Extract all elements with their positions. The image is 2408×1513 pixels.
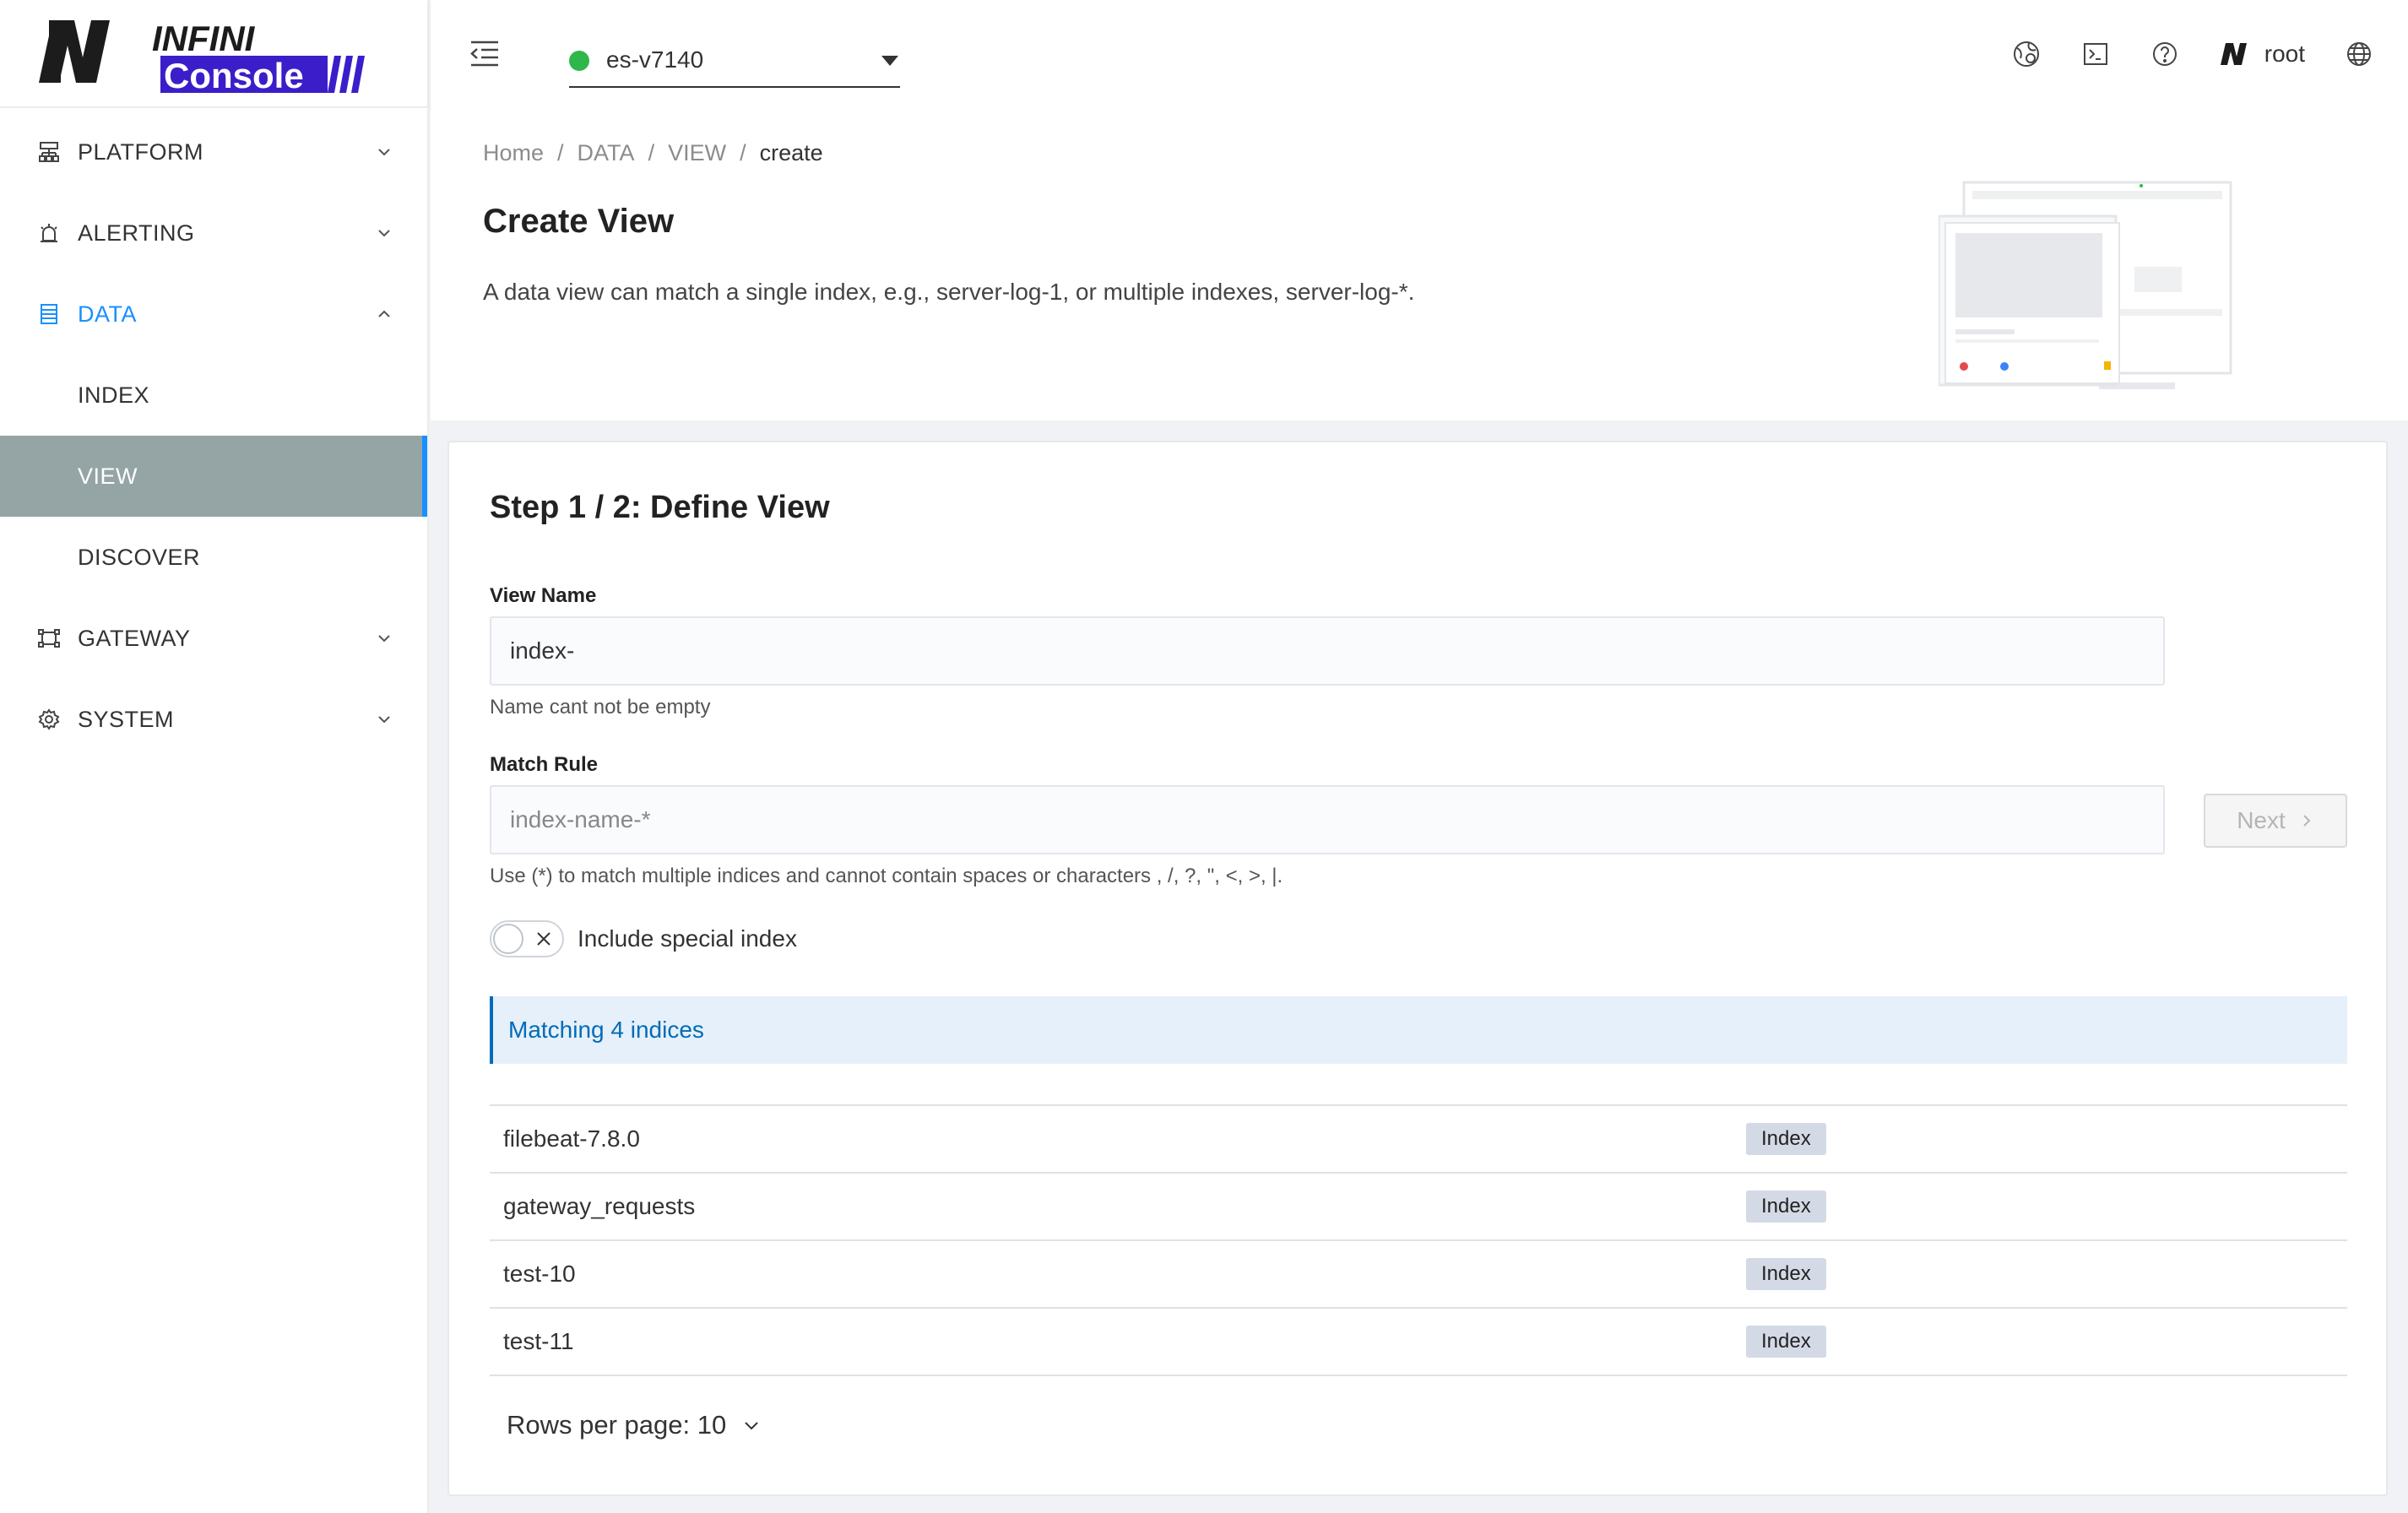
sidebar-item-label: DISCOVER xyxy=(78,544,201,570)
sidebar-item-index[interactable]: INDEX xyxy=(0,355,427,436)
close-icon xyxy=(537,932,550,946)
user-menu[interactable]: root xyxy=(2219,41,2305,68)
match-rule-input[interactable] xyxy=(490,785,2165,854)
define-view-card: Step 1 / 2: Define View View Name Name c… xyxy=(447,441,2388,1496)
chevron-down-icon xyxy=(378,716,390,724)
menu-collapse-icon[interactable] xyxy=(468,37,502,71)
breadcrumb-current: create xyxy=(759,140,823,165)
sidebar: INFINI Console PLATFORM ALERTING DATA IN… xyxy=(0,0,429,1513)
breadcrumb: Home / DATA / VIEW / create xyxy=(483,140,837,166)
top-header: es-v7140 root xyxy=(431,0,2408,108)
page-description: A data view can match a single index, e.… xyxy=(483,279,1415,305)
sidebar-item-view[interactable]: VIEW xyxy=(0,436,427,517)
type-badge: Index xyxy=(1746,1258,1826,1290)
table-row: test-10 Index xyxy=(490,1241,2347,1309)
type-badge: Index xyxy=(1746,1190,1826,1223)
breadcrumb-view[interactable]: VIEW xyxy=(668,140,726,166)
match-rule-label: Match Rule xyxy=(490,753,599,776)
view-name-label: View Name xyxy=(490,584,597,607)
side-menu: PLATFORM ALERTING DATA INDEX VIEW DISCOV… xyxy=(0,108,427,760)
chevron-up-icon xyxy=(378,310,390,317)
page-title: Create View xyxy=(483,203,675,240)
user-name: root xyxy=(2264,41,2305,67)
chevron-down-icon xyxy=(745,1422,758,1430)
step-title: Step 1 / 2: Define View xyxy=(490,490,830,525)
globe-icon[interactable] xyxy=(2344,39,2374,69)
alarm-icon xyxy=(37,221,61,245)
sidebar-item-label: DATA xyxy=(78,301,138,327)
matching-indices-table: filebeat-7.8.0 Index gateway_requests In… xyxy=(490,1104,2347,1376)
sidebar-item-data[interactable]: DATA xyxy=(0,274,427,355)
table-row: gateway_requests Index xyxy=(490,1174,2347,1241)
avatar-icon xyxy=(2220,43,2247,65)
type-badge: Index xyxy=(1746,1123,1826,1155)
sidebar-item-label: SYSTEM xyxy=(78,706,175,732)
table-row: filebeat-7.8.0 Index xyxy=(490,1106,2347,1174)
match-rule-help: Use (*) to match multiple indices and ca… xyxy=(490,865,1283,887)
terminal-icon[interactable] xyxy=(2080,39,2111,69)
sidebar-item-label: GATEWAY xyxy=(78,625,191,651)
caret-down-icon xyxy=(881,56,898,66)
brand-logo[interactable]: INFINI Console xyxy=(0,0,427,108)
table-row: test-11 Index xyxy=(490,1309,2347,1376)
chevron-down-icon xyxy=(378,149,390,156)
sidebar-item-gateway[interactable]: GATEWAY xyxy=(0,598,427,679)
next-button-label: Next xyxy=(2237,807,2286,833)
gear-icon xyxy=(37,708,61,731)
rows-per-page-label: Rows per page: 10 xyxy=(507,1410,727,1440)
view-name-input[interactable] xyxy=(490,616,2165,686)
index-name: test-11 xyxy=(503,1328,574,1354)
cluster-icon xyxy=(37,140,61,164)
brand-line2: Console xyxy=(164,56,304,95)
index-name: test-10 xyxy=(503,1261,576,1287)
index-name: filebeat-7.8.0 xyxy=(503,1125,640,1152)
cluster-selector[interactable]: es-v7140 xyxy=(569,41,900,88)
rows-per-page-select[interactable]: Rows per page: 10 xyxy=(507,1410,762,1440)
brand-line1: INFINI xyxy=(152,19,256,58)
cluster-name: es-v7140 xyxy=(606,46,704,73)
sidebar-item-discover[interactable]: DISCOVER xyxy=(0,517,427,598)
help-icon[interactable] xyxy=(2150,39,2180,69)
next-button[interactable]: Next xyxy=(2204,794,2347,848)
gateway-icon xyxy=(37,626,61,650)
include-special-index-label: Include special index xyxy=(578,925,797,952)
sidebar-item-label: VIEW xyxy=(78,463,138,489)
sidebar-item-platform[interactable]: PLATFORM xyxy=(0,111,427,193)
sidebar-item-label: ALERTING xyxy=(78,220,195,246)
view-name-help: Name cant not be empty xyxy=(490,696,711,719)
sidebar-item-system[interactable]: SYSTEM xyxy=(0,679,427,760)
sidebar-item-label: INDEX xyxy=(78,382,150,408)
cloud-settings-icon[interactable] xyxy=(2011,39,2042,69)
matching-callout: Matching 4 indices xyxy=(490,996,2347,1064)
index-name: gateway_requests xyxy=(503,1193,696,1219)
toggle-knob xyxy=(493,924,523,954)
breadcrumb-separator: / xyxy=(648,140,655,165)
sidebar-item-label: PLATFORM xyxy=(78,138,204,165)
breadcrumb-separator: / xyxy=(740,140,746,165)
breadcrumb-data[interactable]: DATA xyxy=(578,140,635,166)
chevron-right-icon xyxy=(2303,815,2311,827)
cluster-status-dot xyxy=(569,51,589,71)
chevron-down-icon xyxy=(378,635,390,643)
breadcrumb-separator: / xyxy=(557,140,564,165)
database-icon xyxy=(37,302,61,326)
sidebar-item-alerting[interactable]: ALERTING xyxy=(0,193,427,274)
infini-logo-icon: INFINI Console xyxy=(39,19,365,95)
chevron-down-icon xyxy=(378,230,390,237)
view-illustration-icon xyxy=(1939,181,2232,389)
breadcrumb-home[interactable]: Home xyxy=(483,140,544,166)
include-special-index-toggle[interactable] xyxy=(490,920,564,957)
header-actions: root xyxy=(2011,0,2408,108)
include-special-index-row: Include special index xyxy=(490,920,797,957)
type-badge: Index xyxy=(1746,1326,1826,1358)
page-header: Home / DATA / VIEW / create Create View … xyxy=(431,108,2408,420)
